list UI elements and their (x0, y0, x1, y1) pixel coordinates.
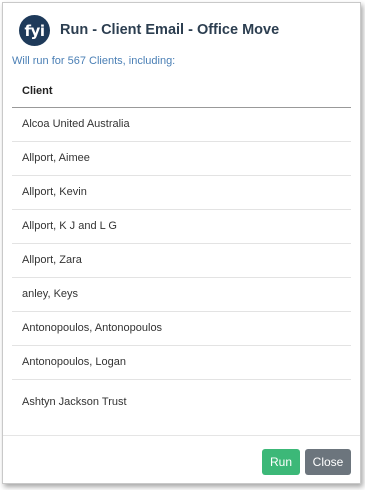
table-row: Allport, Aimee (12, 142, 351, 176)
run-dialog: fyi Run - Client Email - Office Move Wil… (2, 2, 361, 484)
close-button[interactable]: Close (305, 449, 351, 475)
logo-text: fyi (24, 21, 45, 40)
dialog-header: fyi Run - Client Email - Office Move (3, 3, 360, 49)
dialog-footer: Run Close (3, 435, 360, 475)
table-row: anley, Keys (12, 278, 351, 312)
clients-table: Client Alcoa United Australia Allport, A… (12, 75, 351, 425)
table-row: Allport, Zara (12, 244, 351, 278)
dialog-title: Run - Client Email - Office Move (60, 22, 280, 38)
column-header-client: Client (12, 75, 351, 108)
table-row: Antonopoulos, Logan (12, 346, 351, 380)
table-row: Antonopoulos, Antonopoulos (12, 312, 351, 346)
fyi-logo: fyi (19, 15, 50, 46)
table-row: Allport, Kevin (12, 176, 351, 210)
run-count-text: Will run for 567 Clients, including: (12, 55, 176, 67)
table-row: Ashtyn Jackson Trust (22, 396, 127, 408)
table-row: Alcoa United Australia (12, 108, 351, 142)
table-row: Allport, K J and L G (12, 210, 351, 244)
run-button[interactable]: Run (262, 449, 300, 475)
